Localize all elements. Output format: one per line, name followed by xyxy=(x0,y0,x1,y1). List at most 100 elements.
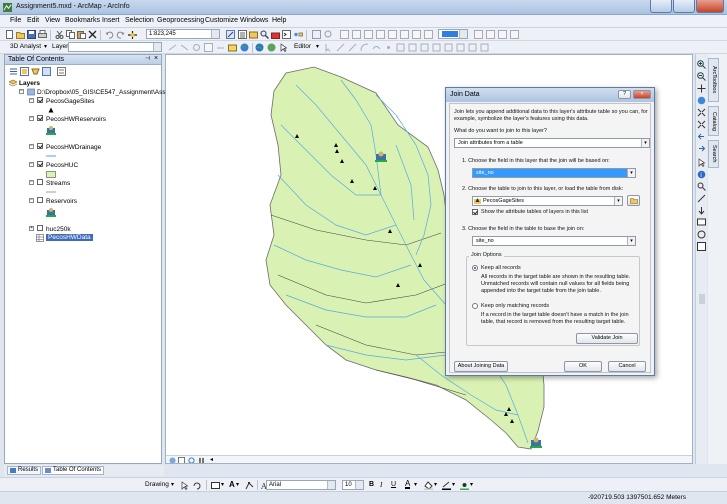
collapse-icon[interactable]: − xyxy=(29,98,34,103)
python-icon[interactable] xyxy=(282,30,291,39)
zoom-in-icon[interactable] xyxy=(697,60,706,69)
chevron-down-icon[interactable] xyxy=(459,30,467,38)
create-features-icon[interactable] xyxy=(480,43,489,52)
undo-icon[interactable] xyxy=(105,30,114,39)
editor-toolbar-icon[interactable] xyxy=(226,30,235,39)
expand-icon[interactable]: − xyxy=(29,180,34,185)
georeferencing-icon[interactable] xyxy=(267,43,276,52)
layer-visibility-checkbox[interactable] xyxy=(37,161,43,167)
end-point-arc-icon[interactable] xyxy=(360,43,369,52)
help-button[interactable]: ? xyxy=(618,90,631,99)
swipe-icon[interactable] xyxy=(474,30,483,39)
toc-layer-pecoshwdrainage[interactable]: PecosHWDrainage xyxy=(46,144,101,151)
full-extent-icon[interactable] xyxy=(697,96,706,105)
cut-polygons-icon[interactable] xyxy=(420,43,429,52)
collapse-icon[interactable]: − xyxy=(29,116,34,121)
identify-icon[interactable]: i xyxy=(697,170,706,179)
chevron-down-icon[interactable]: ▾ xyxy=(434,481,437,488)
measure-icon[interactable] xyxy=(697,194,706,203)
trace-icon[interactable] xyxy=(372,43,381,52)
cancel-button[interactable]: Cancel xyxy=(608,361,646,372)
chevron-down-icon[interactable] xyxy=(355,481,363,489)
find-icon[interactable] xyxy=(697,182,706,191)
time-slider-icon[interactable] xyxy=(697,230,706,239)
fill-color-icon[interactable] xyxy=(424,481,433,490)
pause-icon[interactable] xyxy=(198,457,205,464)
dialog-close-button[interactable]: × xyxy=(633,90,651,99)
delete-icon[interactable] xyxy=(88,30,97,39)
chevron-down-icon[interactable]: ▾ xyxy=(470,481,473,488)
toc-layer-pecoshwreservoirs[interactable]: PecosHWReservoirs xyxy=(46,116,106,123)
open-folder-icon[interactable] xyxy=(16,30,25,39)
edit-vertices-icon[interactable] xyxy=(245,481,254,490)
histogram-icon[interactable] xyxy=(510,30,519,39)
line-of-sight-icon[interactable] xyxy=(216,43,225,52)
minimize-button[interactable] xyxy=(650,0,672,13)
globe-icon[interactable] xyxy=(169,457,176,464)
fixed-zoom-in-icon[interactable] xyxy=(697,108,706,117)
toc-source-path[interactable]: D:\Dropbox\05_GIS\CE547_Assignment\Assig… xyxy=(37,89,180,96)
menu-windows[interactable]: Windows xyxy=(240,17,268,24)
line-color-icon[interactable] xyxy=(442,481,451,490)
cut-icon[interactable] xyxy=(55,30,64,39)
contour-icon[interactable] xyxy=(192,43,201,52)
show-attribute-tables-checkbox[interactable] xyxy=(472,209,478,215)
attributes-icon[interactable] xyxy=(456,43,465,52)
fixed-zoom-out-icon[interactable] xyxy=(697,120,706,129)
rotate-icon[interactable] xyxy=(192,481,201,490)
italic-button[interactable]: I xyxy=(380,481,382,489)
chevron-down-icon[interactable]: ▾ xyxy=(627,169,635,177)
point-icon[interactable] xyxy=(384,43,393,52)
chevron-down-icon[interactable] xyxy=(211,30,219,38)
menu-insert[interactable]: Insert xyxy=(102,17,120,24)
paste-icon[interactable] xyxy=(77,30,86,39)
go-forward-icon[interactable] xyxy=(697,144,706,153)
create-viewer-icon[interactable] xyxy=(697,242,706,251)
add-data-icon[interactable] xyxy=(128,30,137,39)
flicker-icon[interactable] xyxy=(486,30,495,39)
modelbuilder-icon[interactable] xyxy=(294,30,303,39)
expand-icon[interactable]: + xyxy=(29,226,34,231)
collapse-icon[interactable]: − xyxy=(29,162,34,167)
chevron-down-icon[interactable]: ▾ xyxy=(452,481,455,488)
new-document-icon[interactable] xyxy=(5,30,14,39)
font-color-icon[interactable]: A xyxy=(405,480,411,489)
chevron-down-icon[interactable]: ▾ xyxy=(627,237,635,245)
layer-visibility-checkbox[interactable] xyxy=(37,97,43,103)
validate-join-button[interactable]: Validate Join xyxy=(576,333,638,344)
layer-visibility-checkbox[interactable] xyxy=(37,179,43,185)
tab-results[interactable]: Results xyxy=(7,466,41,475)
font-size-combo[interactable]: 10 xyxy=(342,480,364,490)
layer-visibility-checkbox[interactable] xyxy=(37,225,43,231)
underline-button[interactable]: U xyxy=(391,481,396,488)
chevron-down-icon[interactable]: ▾ xyxy=(44,43,47,50)
keep-all-records-radio[interactable] xyxy=(472,265,478,271)
3d-analyst-menu[interactable]: 3D Analyst xyxy=(10,43,41,50)
menu-bookmarks[interactable]: Bookmarks xyxy=(65,17,100,24)
pin-icon[interactable]: ⊣ xyxy=(145,55,150,62)
refresh-icon[interactable] xyxy=(188,457,195,464)
toc-layer-huc250k[interactable]: huc250k xyxy=(46,226,71,233)
zoom-out-icon[interactable] xyxy=(697,72,706,81)
edit-tool-icon[interactable] xyxy=(324,43,333,52)
maximize-button[interactable] xyxy=(673,0,695,13)
graph-tool-icon[interactable] xyxy=(412,30,421,39)
chevron-down-icon[interactable] xyxy=(153,43,161,51)
table-of-contents-icon[interactable] xyxy=(238,30,247,39)
rect-tool-icon[interactable] xyxy=(352,30,361,39)
select-elements-icon[interactable] xyxy=(180,481,189,490)
copy-icon[interactable] xyxy=(66,30,75,39)
select-features-icon[interactable] xyxy=(312,30,321,39)
toc-layer-reservoirs[interactable]: Reservoirs xyxy=(46,198,77,205)
straight-segment-icon[interactable] xyxy=(348,43,357,52)
catalog-icon[interactable] xyxy=(249,30,258,39)
bold-button[interactable]: B xyxy=(369,481,374,488)
table-field-select[interactable]: site_no ▾ xyxy=(472,236,636,246)
search-icon[interactable] xyxy=(260,30,269,39)
measure-tool-icon[interactable] xyxy=(388,30,397,39)
chevron-down-icon[interactable]: ▾ xyxy=(641,139,649,147)
join-table-select[interactable]: PecosGageSites ▾ xyxy=(472,196,623,206)
layout-tool-icon[interactable] xyxy=(400,30,409,39)
go-back-icon[interactable] xyxy=(697,132,706,141)
layer-visibility-checkbox[interactable] xyxy=(37,115,43,121)
